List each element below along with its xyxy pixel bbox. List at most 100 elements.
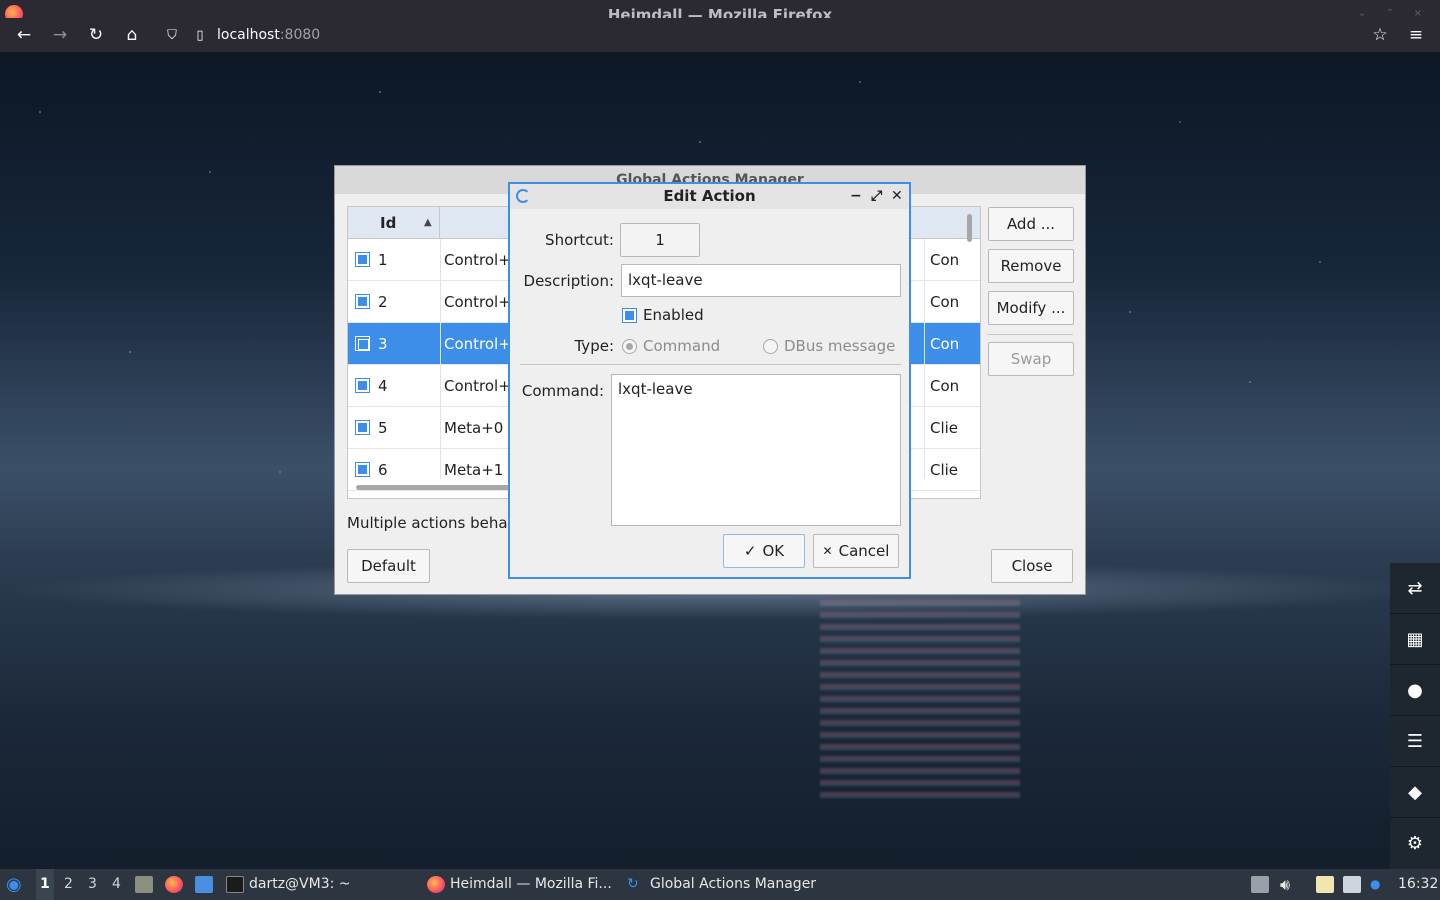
enabled-label: Enabled [643,306,704,324]
ok-button[interactable]: ✓ OK [723,534,805,568]
swap-button[interactable]: Swap [988,342,1074,376]
edit-action-dialog: Edit Action − ⤢ ✕ Shortcut: 1 Descriptio… [508,182,911,579]
row-enabled-checkbox[interactable] [355,252,370,267]
x-icon: ✕ [822,544,833,558]
remove-button[interactable]: Remove [988,249,1074,283]
check-icon: ✓ [743,542,757,560]
back-icon[interactable]: ← [6,20,42,50]
menu-icon[interactable]: ≡ [1398,20,1434,50]
shield-icon[interactable]: ⛉ [161,28,183,43]
grid-icon[interactable]: ▦ [1390,614,1440,665]
vertical-scrollbar[interactable] [967,214,972,242]
cell-id: 1 [378,251,388,269]
cell-shortcut: Meta+0 [444,419,504,437]
enabled-checkbox[interactable] [622,308,637,323]
toolbar-right: ☆ ≡ [1362,18,1440,52]
command-textarea[interactable]: lxqt-leave [611,374,901,526]
taskbar: ◉ 1 2 3 4 dartz@VM3: ~ Heimdall — Mozill… [0,869,1440,900]
browser-toolbar: ← → ↻ ⌂ ⛉ ▯ localhost:8080 ☆ ≡ [0,18,1440,52]
default-button[interactable]: Default [347,549,430,583]
row-enabled-checkbox[interactable] [355,336,370,351]
desktop-4[interactable]: 4 [112,869,121,900]
tray-update-icon[interactable] [1251,876,1269,893]
url-bar[interactable]: ⛉ ▯ localhost:8080 [155,20,1395,50]
cell-type: Clie [930,419,959,437]
type-command-radio[interactable] [622,339,637,354]
cell-type: Con [930,251,960,269]
cell-id: 2 [378,293,388,311]
desktop-3[interactable]: 3 [88,869,97,900]
row-enabled-checkbox[interactable] [355,420,370,435]
maximize-icon[interactable]: ⤢ [871,184,882,209]
cell-shortcut: Control+ [444,335,511,353]
multiple-actions-label: Multiple actions beha [347,514,508,532]
type-dbus-radio[interactable] [763,339,778,354]
forward-icon[interactable]: → [42,20,78,50]
cell-type: Con [930,293,960,311]
task-terminal[interactable]: dartz@VM3: ~ [249,869,351,900]
dialog-separator [520,364,901,365]
firefox-task-icon [427,876,445,893]
minimize-icon[interactable]: − [850,184,862,209]
close-button[interactable]: Close [991,549,1073,583]
ok-label: OK [762,542,785,560]
button-separator [987,334,1073,335]
edit-action-titlebar: Edit Action − ⤢ ✕ [510,184,909,209]
task-firefox[interactable]: Heimdall — Mozilla Fi... [450,869,612,900]
cell-type: Clie [930,461,959,479]
cell-type: Con [930,377,960,395]
swap-arrows-icon[interactable]: ⇄ [1390,563,1440,614]
network-icon[interactable] [1343,876,1361,893]
command-label: Command: [521,382,604,400]
cell-id: 4 [378,377,388,395]
start-menu-icon[interactable]: ◉ [6,869,22,900]
firefox-launcher-icon[interactable] [165,876,183,893]
add-button[interactable]: Add ... [988,207,1074,241]
app-icon [516,189,530,203]
description-label: Description: [523,272,614,290]
url-port: :8080 [279,27,321,43]
cell-shortcut: Control+ [444,377,511,395]
sort-ascending-icon: ▲ [424,217,432,228]
bookmark-star-icon[interactable]: ☆ [1362,20,1398,50]
row-enabled-checkbox[interactable] [355,294,370,309]
url-host: localhost [217,27,280,43]
user-icon[interactable]: ● [1390,665,1440,716]
clipboard-icon[interactable] [1316,876,1334,893]
cell-type: Con [930,335,960,353]
column-header-id-label: Id [380,214,397,232]
desktop-show-icon[interactable] [195,876,213,893]
tag-icon[interactable]: ◆ [1390,767,1440,818]
desktop-1[interactable]: 1 [36,869,54,900]
settings-gears-icon[interactable]: ⚙ [1390,818,1440,869]
shortcut-label: Shortcut: [545,231,614,249]
cell-id: 3 [378,335,388,353]
column-divider [924,239,925,479]
cell-id: 5 [378,419,388,437]
description-field[interactable]: lxqt-leave [621,264,901,297]
type-dbus-label: DBus message [784,337,896,355]
terminal-icon [226,876,244,893]
side-panel: ⇄ ▦ ● ☰ ◆ ⚙ [1390,563,1440,869]
shortcut-button[interactable]: 1 [620,223,700,257]
row-enabled-checkbox[interactable] [355,378,370,393]
desktop-2[interactable]: 2 [64,869,73,900]
reload-icon[interactable]: ↻ [78,20,114,50]
list-icon[interactable]: ☰ [1390,716,1440,767]
type-command-label: Command [643,337,721,355]
volume-icon[interactable]: 🔊︎ [1280,869,1290,900]
wallpaper-reflection [820,600,1020,800]
type-label: Type: [574,337,614,355]
cancel-label: Cancel [838,542,890,560]
notification-icon[interactable]: ● [1370,869,1380,900]
row-enabled-checkbox[interactable] [355,462,370,477]
modify-button[interactable]: Modify ... [988,291,1074,325]
close-icon[interactable]: ✕ [891,184,903,209]
cell-shortcut: Control+ [444,293,511,311]
cancel-button[interactable]: ✕ Cancel [813,534,899,568]
clock[interactable]: 16:32 [1398,869,1438,900]
edit-action-title: Edit Action [663,187,756,205]
task-global-actions-manager[interactable]: Global Actions Manager [650,869,816,900]
home-icon[interactable]: ⌂ [114,20,150,50]
file-manager-icon[interactable] [135,876,153,893]
